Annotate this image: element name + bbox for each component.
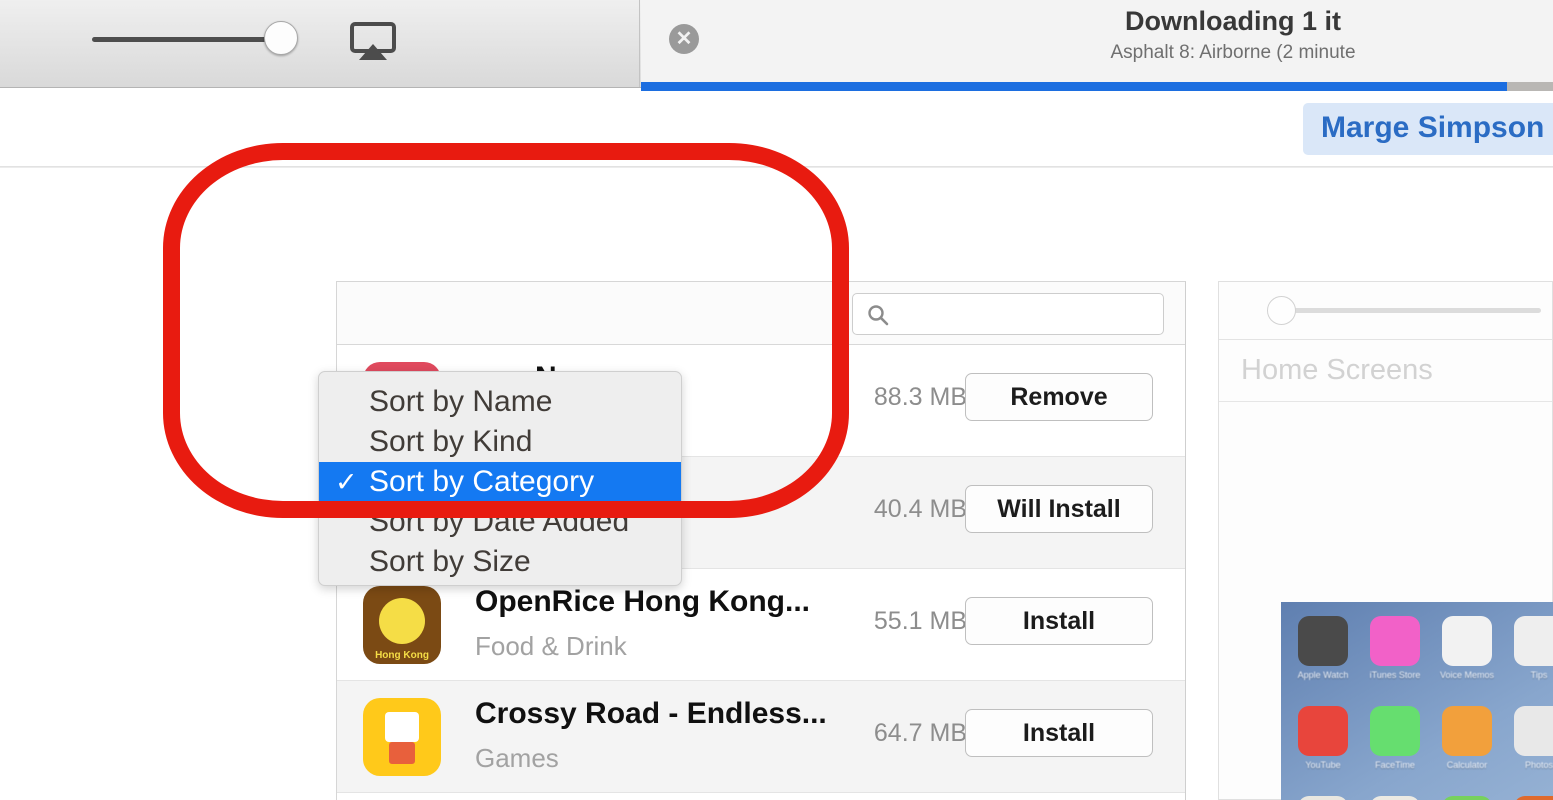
account-name-tab[interactable]: Marge Simpson: [1303, 103, 1553, 155]
home-screen-app-icon: [1370, 616, 1420, 666]
playback-controls-area: [0, 0, 640, 87]
sort-menu-item-label: Sort by Category: [369, 465, 595, 498]
home-screen-app-icon: [1298, 616, 1348, 666]
check-icon: ✓: [335, 467, 358, 497]
home-screen-app-icon: [1514, 616, 1553, 666]
home-screen-zoom-track: [1281, 308, 1541, 313]
airplay-icon[interactable]: [350, 22, 396, 62]
download-progress-fill: [641, 82, 1508, 91]
home-screen-app-label: Calculator: [1446, 760, 1488, 770]
app-category: Food & Drink: [475, 631, 627, 661]
download-status-subtitle: Asphalt 8: Airborne (2 minute: [1110, 42, 1356, 63]
home-screen-app-icon: [1442, 706, 1492, 756]
search-input[interactable]: [852, 293, 1164, 335]
home-screen-app[interactable]: iTunes Store: [1359, 610, 1431, 700]
home-screen-app-icon: [1514, 706, 1553, 756]
app-icon: Hong Kong: [363, 586, 441, 664]
home-screen-app-label: Photos: [1524, 760, 1553, 770]
home-screen-app-label: Tips: [1530, 670, 1548, 680]
home-screen-icon-grid[interactable]: Apple Watch iTunes Store Voice Memos Tips Yo…: [1287, 610, 1553, 800]
app-action-button[interactable]: Install: [965, 709, 1153, 757]
sort-menu-item-label: Sort by Date Added: [369, 505, 630, 538]
sort-menu-item-label: Sort by Size: [369, 545, 531, 578]
sort-menu-item[interactable]: Sort by Date Added: [319, 502, 681, 542]
table-row[interactable]: Crossy Road - Endless... Games 64.7 MB Inst…: [337, 681, 1185, 793]
home-screen-app[interactable]: Photos: [1503, 700, 1553, 790]
home-screen-app[interactable]: FaceTime: [1359, 700, 1431, 790]
volume-slider-track: [92, 37, 282, 42]
app-name: OpenRice Hong Kong...: [475, 585, 810, 618]
home-screens-header: Home Screens: [1219, 340, 1552, 402]
home-screen-app-label: Voice Memos: [1439, 670, 1495, 680]
home-screen-app-icon: [1514, 796, 1553, 800]
device-home-screens-panel: Home Screens Apple Watch iTunes Store Voic…: [1218, 281, 1553, 800]
sort-menu-item[interactable]: Sort by Kind: [319, 422, 681, 462]
close-icon[interactable]: ✕: [669, 24, 699, 54]
app-category: Games: [475, 743, 559, 773]
account-bar: Marge Simpson: [0, 91, 1553, 167]
home-screen-app-label: FaceTime: [1375, 760, 1415, 770]
home-screens-label: Home Screens: [1241, 354, 1433, 386]
home-screen-app[interactable]: Stuff: [1359, 790, 1431, 800]
app-size: 40.4 MB: [873, 495, 967, 523]
sort-menu-item[interactable]: Sort by Name: [319, 382, 681, 422]
app-action-button[interactable]: Install: [965, 597, 1153, 645]
home-screen-app[interactable]: Calculator: [1431, 700, 1503, 790]
home-screen-app-icon: [1442, 796, 1492, 800]
home-screen-app-icon: [1370, 706, 1420, 756]
app-size: 64.7 MB: [873, 719, 967, 747]
volume-slider-knob[interactable]: [264, 21, 298, 55]
home-screen-app-icon: [1298, 796, 1348, 800]
home-screen-app[interactable]: Clock: [1503, 790, 1553, 800]
iphone-home-screen-preview[interactable]: Apple Watch iTunes Store Voice Memos Tips Yo…: [1281, 602, 1553, 800]
home-screen-app-icon: [1370, 796, 1420, 800]
sort-menu-item-label: Sort by Kind: [369, 425, 533, 458]
home-screen-app-label: iTunes Store: [1369, 670, 1421, 680]
sort-menu-item[interactable]: Sort by Size: [319, 542, 681, 582]
volume-slider[interactable]: [92, 21, 307, 55]
sort-menu-item-label: Sort by Name: [369, 385, 553, 418]
home-screen-app-label: YouTube: [1305, 760, 1341, 770]
app-icon: [363, 698, 441, 776]
download-status-title: Downloading 1 it: [1125, 6, 1341, 36]
top-toolbar: ✕ Downloading 1 it Asphalt 8: Airborne (…: [0, 0, 1553, 91]
apps-search-row: [337, 282, 1185, 345]
app-size: 88.3 MB: [873, 383, 967, 411]
main-content: ee - No...Entertainment88.3 MBRemoveNETF…: [0, 168, 1553, 800]
sort-menu-item[interactable]: ✓ Sort by Category: [319, 462, 681, 502]
home-screen-app[interactable]: Evernote: [1431, 790, 1503, 800]
home-screen-app-icon: [1298, 706, 1348, 756]
sort-dropdown-menu[interactable]: Sort by Name Sort by Kind ✓ Sort by Categor…: [318, 371, 682, 586]
home-screen-app[interactable]: Google: [1287, 790, 1359, 800]
app-size: 55.1 MB: [873, 607, 967, 635]
home-screen-app[interactable]: Voice Memos: [1431, 610, 1503, 700]
home-screen-app-icon: [1442, 616, 1492, 666]
download-progress-bar: [641, 82, 1553, 91]
search-icon: [867, 304, 889, 326]
itunes-device-apps-screen: ✕ Downloading 1 it Asphalt 8: Airborne (…: [0, 0, 1553, 800]
app-action-button[interactable]: Will Install: [965, 485, 1153, 533]
home-screen-app[interactable]: Apple Watch: [1287, 610, 1359, 700]
home-screen-app[interactable]: YouTube: [1287, 700, 1359, 790]
app-name: Crossy Road - Endless...: [475, 697, 827, 730]
home-screen-zoom-row: [1219, 282, 1552, 340]
app-action-button[interactable]: Remove: [965, 373, 1153, 421]
download-status-panel: ✕ Downloading 1 it Asphalt 8: Airborne (…: [641, 0, 1553, 87]
home-screen-app[interactable]: Tips: [1503, 610, 1553, 700]
home-screen-app-label: Apple Watch: [1297, 670, 1349, 680]
home-screen-zoom-knob[interactable]: [1267, 296, 1296, 325]
